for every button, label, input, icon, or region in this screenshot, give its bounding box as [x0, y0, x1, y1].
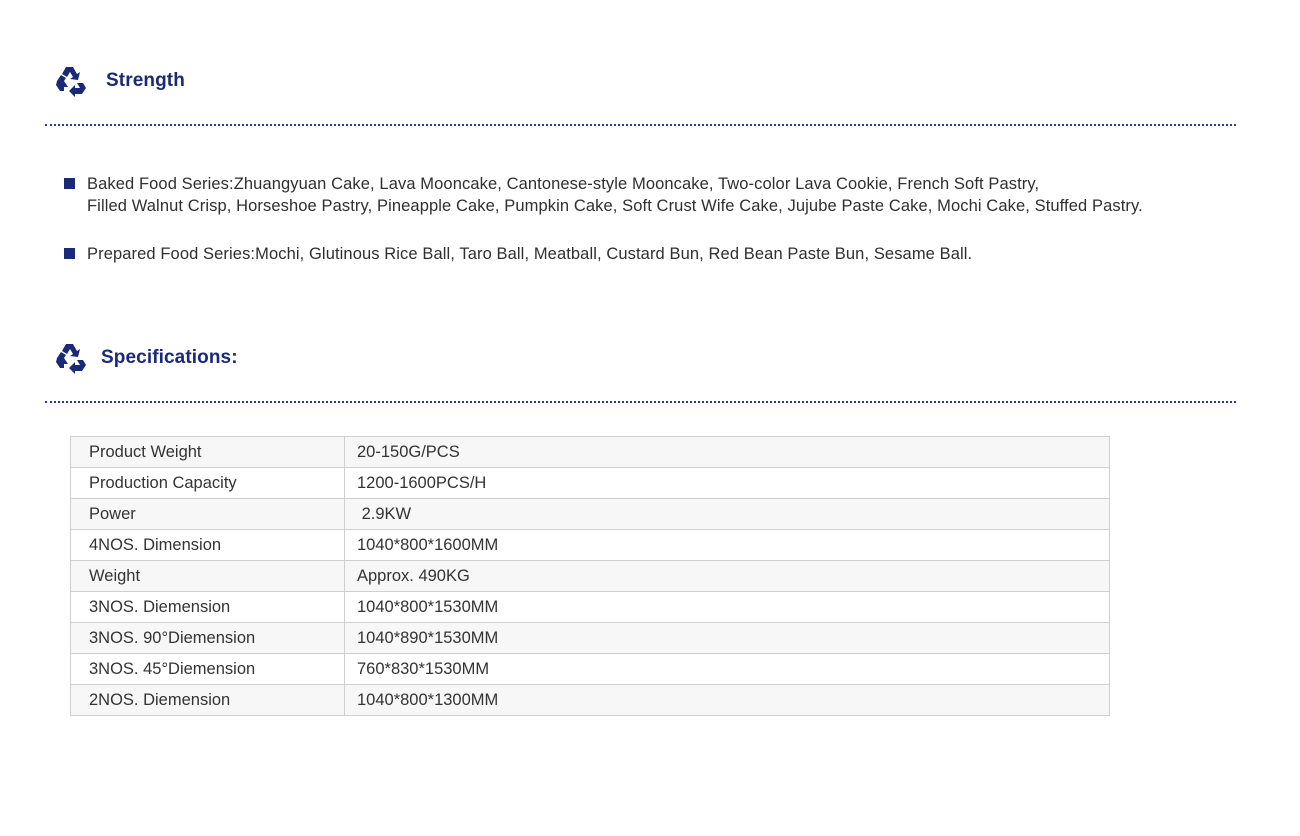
table-row: 4NOS. Dimension 1040*800*1600MM — [70, 529, 1110, 561]
recycle-icon — [53, 64, 87, 98]
table-row: Production Capacity 1200-1600PCS/H — [70, 467, 1110, 499]
specifications-title: Specifications: — [101, 347, 238, 368]
table-row: 3NOS. 90°Diemension 1040*890*1530MM — [70, 622, 1110, 654]
table-row: 3NOS. 45°Diemension 760*830*1530MM — [70, 653, 1110, 685]
spec-label: 4NOS. Dimension — [70, 529, 345, 561]
spec-label: 3NOS. 45°Diemension — [70, 653, 345, 685]
spec-value: 1200-1600PCS/H — [344, 467, 1110, 499]
spec-label: 3NOS. 90°Diemension — [70, 622, 345, 654]
list-item: Prepared Food Series:Mochi, Glutinous Ri… — [64, 243, 972, 265]
spec-value: 1040*890*1530MM — [344, 622, 1110, 654]
strength-title: Strength — [106, 70, 185, 91]
spec-value: 2.9KW — [344, 498, 1110, 530]
spec-value: 760*830*1530MM — [344, 653, 1110, 685]
list-item-line: Prepared Food Series:Mochi, Glutinous Ri… — [87, 245, 973, 263]
table-row: 3NOS. Diemension 1040*800*1530MM — [70, 591, 1110, 623]
recycle-icon — [53, 341, 87, 375]
specifications-divider — [45, 401, 1236, 403]
list-item-text: Baked Food Series:Zhuangyuan Cake, Lava … — [87, 173, 1143, 217]
spec-label: Product Weight — [70, 436, 345, 468]
list-item-line: Baked Food Series:Zhuangyuan Cake, Lava … — [87, 175, 1040, 193]
table-row: Product Weight 20-150G/PCS — [70, 436, 1110, 468]
spec-label: Weight — [70, 560, 345, 592]
table-row: 2NOS. Diemension 1040*800*1300MM — [70, 684, 1110, 716]
bullet-icon — [64, 248, 75, 259]
spec-value: 1040*800*1530MM — [344, 591, 1110, 623]
strength-divider — [45, 124, 1236, 126]
strength-header: Strength — [53, 63, 185, 99]
spec-label: 2NOS. Diemension — [70, 684, 345, 716]
table-row: Power 2.9KW — [70, 498, 1110, 530]
table-row: Weight Approx. 490KG — [70, 560, 1110, 592]
list-item-text: Prepared Food Series:Mochi, Glutinous Ri… — [87, 243, 972, 265]
spec-label: Power — [70, 498, 345, 530]
spec-label: Production Capacity — [70, 467, 345, 499]
spec-value: 20-150G/PCS — [344, 436, 1110, 468]
spec-value: Approx. 490KG — [344, 560, 1110, 592]
spec-label: 3NOS. Diemension — [70, 591, 345, 623]
list-item: Baked Food Series:Zhuangyuan Cake, Lava … — [64, 173, 1143, 217]
list-item-line: Filled Walnut Crisp, Horseshoe Pastry, P… — [87, 197, 1143, 215]
spec-value: 1040*800*1600MM — [344, 529, 1110, 561]
bullet-icon — [64, 178, 75, 189]
specifications-header: Specifications: — [53, 340, 238, 376]
spec-value: 1040*800*1300MM — [344, 684, 1110, 716]
specifications-table: Product Weight 20-150G/PCS Production Ca… — [70, 436, 1110, 716]
